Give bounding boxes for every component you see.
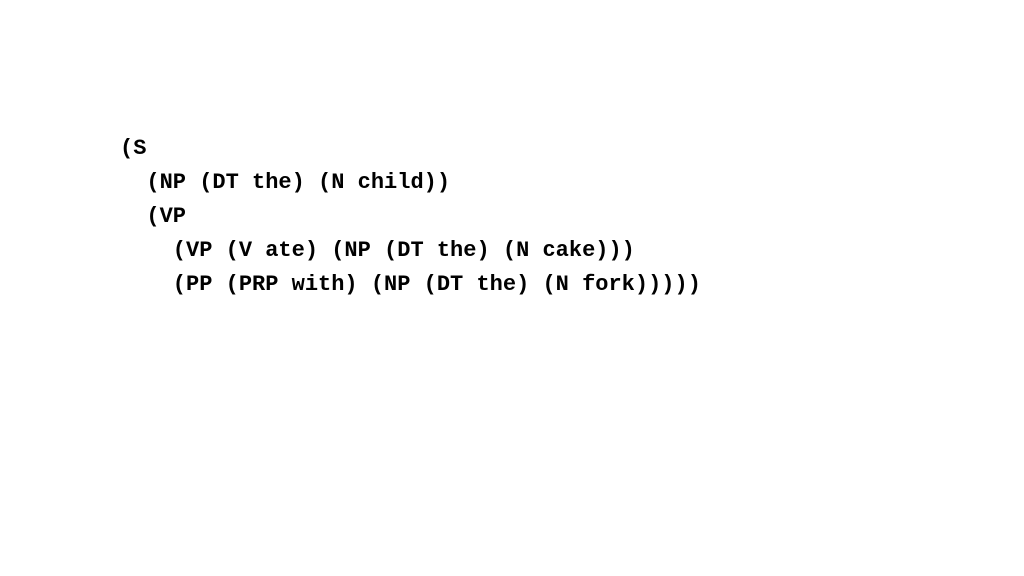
parse-line-0: (S xyxy=(120,136,146,161)
parse-line-3: (VP (V ate) (NP (DT the) (N cake))) xyxy=(120,238,635,263)
parse-tree-block: (S (NP (DT the) (N child)) (VP (VP (V at… xyxy=(120,98,1024,303)
parse-line-4: (PP (PRP with) (NP (DT the) (N fork))))) xyxy=(120,272,701,297)
parse-line-2: (VP xyxy=(120,204,186,229)
parse-line-1: (NP (DT the) (N child)) xyxy=(120,170,450,195)
